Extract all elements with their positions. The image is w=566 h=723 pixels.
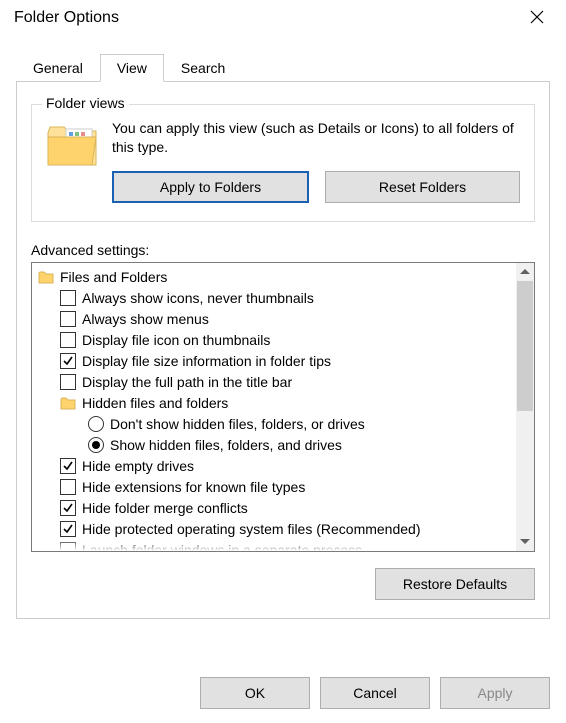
cancel-button[interactable]: Cancel [320,677,430,709]
tab-general[interactable]: General [16,54,100,82]
tree-item-label: Don't show hidden files, folders, or dri… [110,414,365,435]
folder-icon [38,269,54,285]
reset-folders-button[interactable]: Reset Folders [325,171,520,203]
close-icon [530,10,544,27]
tab-search[interactable]: Search [164,54,242,82]
scrollbar-track[interactable] [516,281,534,533]
chevron-down-icon [520,539,530,544]
tree-group-files-and-folders: Files and Folders [38,267,514,288]
apply-button[interactable]: Apply [440,677,550,709]
tree-item-label: Display file size information in folder … [82,351,331,372]
ok-button[interactable]: OK [200,677,310,709]
tree-item[interactable]: Display the full path in the title bar [38,372,514,393]
checkbox[interactable] [60,479,76,495]
titlebar: Folder Options [0,0,566,36]
tree-item[interactable]: Display file size information in folder … [38,351,514,372]
folder-views-group: Folder views You can apply this view (su… [31,104,535,222]
checkbox[interactable] [60,311,76,327]
checkbox[interactable] [60,290,76,306]
tree-item-label: Display the full path in the title bar [82,372,292,393]
radio[interactable] [88,416,104,432]
chevron-up-icon [520,269,530,274]
tree-item[interactable]: Hide protected operating system files (R… [38,519,514,540]
tree-item-label: Hide extensions for known file types [82,477,305,498]
radio[interactable] [88,437,104,453]
checkbox[interactable] [60,521,76,537]
tree-item-label: Always show menus [82,309,209,330]
advanced-settings-label: Advanced settings: [31,242,535,258]
tree-item[interactable]: Always show icons, never thumbnails [38,288,514,309]
dialog-buttons: OK Cancel Apply [200,677,550,709]
tree-group-hidden-files: Hidden files and folders [38,393,514,414]
tree-item[interactable]: Hide extensions for known file types [38,477,514,498]
checkbox[interactable] [60,500,76,516]
restore-defaults-button[interactable]: Restore Defaults [375,568,535,600]
window-title: Folder Options [14,9,514,27]
scrollbar-thumb[interactable] [517,281,533,411]
tree-item-label: Always show icons, never thumbnails [82,288,314,309]
tree-item[interactable]: Always show menus [38,309,514,330]
scroll-down-button[interactable] [516,533,534,551]
tree-radio-item[interactable]: Show hidden files, folders, and drives [38,435,514,456]
apply-to-folders-button[interactable]: Apply to Folders [112,171,309,203]
tree-item-label: Hide folder merge conflicts [82,498,248,519]
tree-item[interactable]: Hide folder merge conflicts [38,498,514,519]
tab-view[interactable]: View [100,54,164,82]
checkbox[interactable] [60,353,76,369]
folder-views-text: You can apply this view (such as Details… [112,119,520,157]
tree-radio-item[interactable]: Don't show hidden files, folders, or dri… [38,414,514,435]
tree-item[interactable]: Hide empty drives [38,456,514,477]
folder-views-legend: Folder views [42,95,129,111]
folder-icon [60,395,76,411]
scrollbar-vertical[interactable] [516,263,534,551]
tree-item-label: Display file icon on thumbnails [82,330,270,351]
checkbox[interactable] [60,374,76,390]
tree-group-label: Files and Folders [60,267,167,288]
tabstrip: General View Search [16,54,550,82]
scroll-up-button[interactable] [516,263,534,281]
checkbox[interactable] [60,332,76,348]
tree-group-label: Hidden files and folders [82,393,228,414]
tree-item-label: Hide empty drives [82,456,194,477]
advanced-settings-tree[interactable]: Files and Folders Always show icons, nev… [31,262,535,552]
checkbox[interactable] [60,458,76,474]
tab-panel-view: Folder views You can apply this view (su… [16,81,550,619]
tree-item[interactable]: Display file icon on thumbnails [38,330,514,351]
tree-item-label: Show hidden files, folders, and drives [110,435,342,456]
tree-item-label: Hide protected operating system files (R… [82,519,421,540]
close-button[interactable] [514,2,560,34]
folder-icon [46,121,98,169]
